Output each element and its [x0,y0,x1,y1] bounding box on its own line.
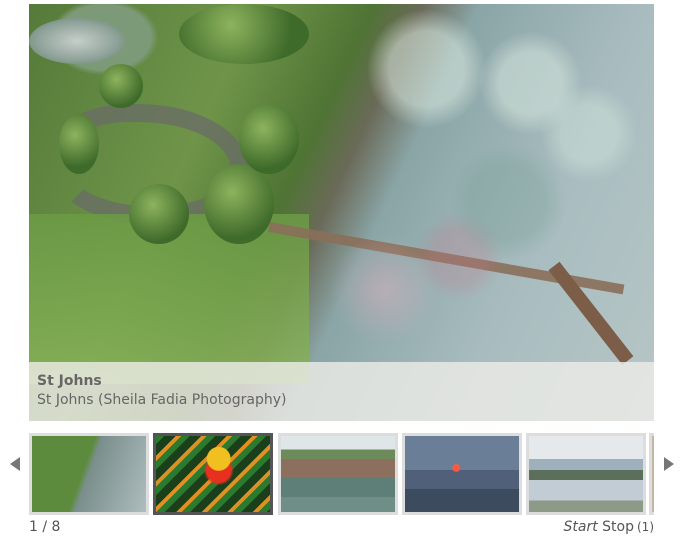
tree-shape [59,114,99,174]
light-flare [329,234,439,344]
tree-shape [204,164,274,244]
thumbnail-6[interactable] [649,433,654,515]
thumbnail-2[interactable] [153,433,273,515]
thumbnail-image [405,436,519,512]
slide-counter: 1 / 8 [29,518,60,536]
thumbnail-image [156,436,270,512]
thumbnail-strip [29,433,654,515]
chevron-left-icon[interactable] [10,457,20,471]
main-slide-image[interactable] [29,4,654,421]
start-button[interactable]: Start [564,519,598,535]
tree-shape [179,4,309,64]
slideshow-controls: Start Stop (1) [564,518,654,536]
counter-total: 8 [51,519,61,535]
thumbnail-image [281,436,395,512]
counter-separator: / [42,519,48,535]
slideshow-count: (1) [637,520,654,534]
pond-shape [29,18,125,64]
tree-shape [99,64,143,108]
chevron-right-icon[interactable] [664,457,674,471]
thumbnail-5[interactable] [526,433,646,515]
slide-description: St Johns (Sheila Fadia Photography) [37,392,287,408]
thumbnail-image [529,436,643,512]
tree-shape [129,184,189,244]
stop-button[interactable]: Stop [602,519,634,535]
slide-title: St Johns [37,373,102,389]
slide-caption: St Johns St Johns (Sheila Fadia Photogra… [29,362,654,421]
thumbnail-image [652,436,654,512]
tree-shape [239,104,299,174]
thumbnail-3[interactable] [278,433,398,515]
thumbnail-1[interactable] [29,433,149,515]
thumbnail-image [32,436,146,512]
counter-current: 1 [29,519,38,535]
thumbnail-4[interactable] [402,433,522,515]
